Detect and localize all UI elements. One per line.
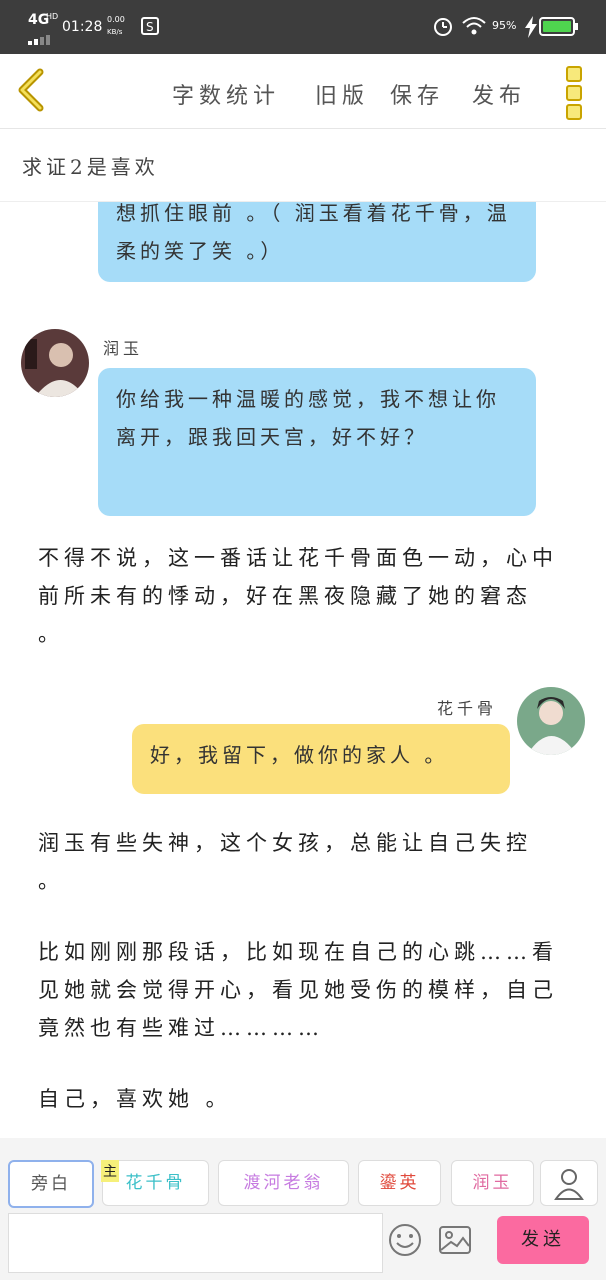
charging-icon: [524, 16, 538, 38]
dialogue-bubble[interactable]: 想抓住眼前 。（ 润玉看着花千骨，温柔的笑了笑 。）: [98, 202, 536, 282]
role-duhe-laoweng[interactable]: 渡河老翁: [218, 1160, 349, 1206]
speaker-name: 花千骨: [437, 699, 498, 718]
wifi-icon: [461, 15, 487, 37]
narration-paragraph[interactable]: 比如刚刚那段话，比如现在自己的心跳……看见她就会觉得开心，看见她受伤的模样，自己…: [38, 933, 568, 1047]
back-button[interactable]: [14, 68, 54, 112]
role-label: 渡河老翁: [243, 1173, 324, 1193]
role-liuying[interactable]: 鎏英: [358, 1160, 441, 1206]
role-label: 润玉: [472, 1173, 513, 1193]
compose-bar: 旁白 花千骨 主 渡河老翁 鎏英 润玉 发送: [0, 1138, 606, 1280]
role-narrator[interactable]: 旁白: [8, 1160, 94, 1208]
svg-text:S: S: [146, 20, 154, 34]
avatar-runyu[interactable]: [21, 329, 89, 397]
story-title: 求证2是喜欢: [22, 155, 159, 179]
dialogue-bubble[interactable]: 你给我一种温暖的感觉，我不想让你离开，跟我回天宫，好不好？: [98, 368, 536, 516]
narration-text: 比如刚刚那段话，比如现在自己的心跳……看见她就会觉得开心，看见她受伤的模样，自己…: [38, 940, 558, 1040]
alarm-icon: [432, 15, 454, 37]
narration-paragraph[interactable]: 润玉有些失神，这个女孩，总能让自己失控 。: [38, 824, 568, 900]
battery-percent: 95%: [492, 19, 517, 32]
status-bar: 4G HD 01:28 0.00 KB/s S 95%: [0, 0, 606, 54]
save-button[interactable]: 保存: [390, 78, 444, 110]
role-label: 鎏英: [379, 1173, 420, 1193]
dialogue-bubble[interactable]: 好，我留下，做你的家人 。: [132, 724, 510, 794]
user-icon: [554, 1169, 584, 1200]
word-count-button[interactable]: 字数统计: [172, 78, 280, 110]
message-input[interactable]: [8, 1213, 383, 1273]
dialogue-text: 想抓住眼前 。（ 润玉看着花千骨，温柔的笑了笑 。）: [116, 202, 511, 263]
editor-toolbar: 字数统计 旧版 保存 发布: [0, 54, 606, 129]
chevron-left-icon: [18, 68, 44, 112]
role-runyu[interactable]: 润玉: [451, 1160, 534, 1206]
story-content[interactable]: 想抓住眼前 。（ 润玉看着花千骨，温柔的笑了笑 。） 润玉 你给我一种温暖的感觉…: [0, 202, 606, 1138]
more-menu-button[interactable]: [563, 66, 585, 120]
hd-indicator: HD: [46, 12, 59, 21]
dialogue-text: 你给我一种温暖的感觉，我不想让你离开，跟我回天宫，好不好？: [116, 387, 500, 449]
main-character-badge: 主: [101, 1160, 119, 1182]
role-label: 花千骨: [125, 1173, 186, 1193]
menu-dot-icon: [566, 66, 582, 82]
speaker-name: 润玉: [103, 339, 144, 358]
publish-button[interactable]: 发布: [472, 78, 526, 110]
menu-dot-icon: [566, 85, 582, 101]
menu-dot-icon: [566, 104, 582, 120]
add-role-button[interactable]: [540, 1160, 598, 1206]
dialogue-text: 好，我留下，做你的家人 。: [150, 743, 449, 767]
smiley-icon: [389, 1224, 421, 1256]
old-version-button[interactable]: 旧版: [315, 78, 369, 110]
narration-paragraph[interactable]: 不得不说，这一番话让花千骨面色一动，心中前所未有的悸动，好在黑夜隐藏了她的窘态 …: [38, 539, 568, 653]
net-speed-unit: KB/s: [107, 28, 123, 36]
avatar-huaqiangu[interactable]: [517, 687, 585, 755]
image-icon: [439, 1226, 471, 1254]
image-button[interactable]: [437, 1222, 473, 1258]
narration-text: 润玉有些失神，这个女孩，总能让自己失控 。: [38, 831, 532, 893]
role-label: 旁白: [31, 1174, 71, 1194]
narration-text: 自己，喜欢她 。: [38, 1087, 232, 1111]
narration-paragraph[interactable]: 自己，喜欢她 。: [38, 1080, 568, 1118]
emoji-button[interactable]: [387, 1222, 423, 1258]
app-notification-icon: S: [140, 16, 160, 36]
battery-icon: [539, 17, 579, 37]
net-speed: 0.00: [107, 15, 125, 24]
story-title-bar[interactable]: 求证2是喜欢: [0, 129, 606, 202]
clock-time: 01:28: [62, 19, 103, 35]
signal-icon: [28, 30, 54, 45]
send-button[interactable]: 发送: [497, 1216, 589, 1264]
narration-text: 不得不说，这一番话让花千骨面色一动，心中前所未有的悸动，好在黑夜隐藏了她的窘态 …: [38, 546, 558, 646]
